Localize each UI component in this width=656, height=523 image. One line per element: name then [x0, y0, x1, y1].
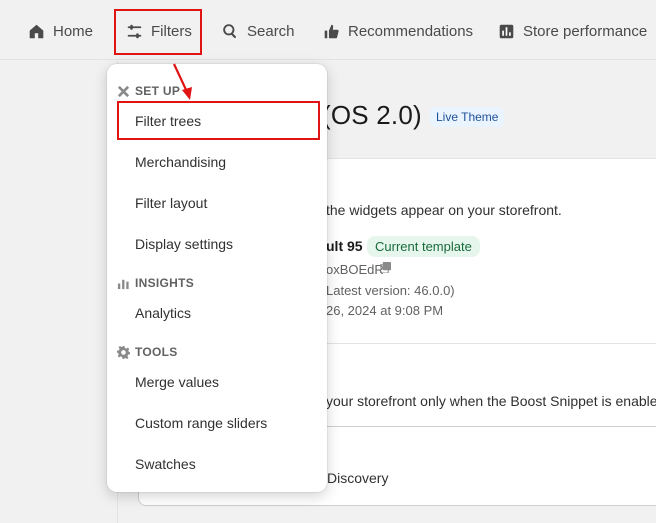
- bar-chart-icon: [117, 279, 129, 289]
- insights-section-header: INSIGHTS: [117, 275, 194, 291]
- discovery-label: Discovery: [327, 470, 389, 486]
- tools-section-header: TOOLS: [117, 344, 178, 360]
- home-icon: [29, 24, 44, 38]
- thumbs-up-icon: [324, 24, 339, 38]
- updated-date: 26, 2024 at 9:08 PM: [326, 303, 444, 318]
- filters-highlight-box: [114, 9, 202, 55]
- copy-icon[interactable]: [380, 262, 391, 273]
- annotation-arrow: [173, 63, 192, 100]
- top-navigation: Home Filters Search Recommendations Stor…: [0, 0, 656, 60]
- chart-icon: [499, 24, 514, 38]
- tools-header-label: TOOLS: [135, 345, 178, 359]
- nav-search[interactable]: Search: [222, 16, 295, 46]
- left-gutter: [0, 61, 118, 523]
- nav-home-label: Home: [53, 22, 94, 40]
- search-icon: [223, 23, 236, 38]
- live-theme-badge: Live Theme: [430, 107, 505, 127]
- template-name: ult 95: [326, 238, 363, 254]
- nav-store-performance-label: Store performance: [523, 22, 648, 40]
- nav-home[interactable]: Home: [28, 16, 93, 46]
- menu-item-analytics[interactable]: Analytics: [135, 304, 191, 322]
- tools-cross-icon: [117, 85, 130, 97]
- nav-recommendations[interactable]: Recommendations: [323, 16, 473, 46]
- current-template-badge: Current template: [367, 236, 480, 257]
- menu-item-merchandising[interactable]: Merchandising: [135, 153, 226, 171]
- insights-header-label: INSIGHTS: [135, 276, 195, 290]
- page-title: (OS 2.0): [322, 100, 422, 130]
- menu-item-merge-values[interactable]: Merge values: [135, 373, 219, 391]
- theme-id: oxBOEdR: [326, 262, 384, 277]
- nav-store-performance[interactable]: Store performance: [498, 16, 647, 46]
- nav-search-label: Search: [247, 22, 295, 40]
- menu-item-custom-range-sliders[interactable]: Custom range sliders: [135, 414, 267, 432]
- menu-item-swatches[interactable]: Swatches: [135, 455, 196, 473]
- latest-version: Latest version: 46.0.0): [326, 283, 455, 298]
- menu-item-filter-layout[interactable]: Filter layout: [135, 194, 207, 212]
- nav-recommendations-label: Recommendations: [348, 22, 474, 40]
- menu-item-display-settings[interactable]: Display settings: [135, 235, 233, 253]
- gear-icon: [117, 345, 130, 359]
- filter-trees-highlight-box: [117, 101, 320, 140]
- widgets-description: the widgets appear on your storefront.: [326, 202, 562, 218]
- snippet-description: your storefront only when the Boost Snip…: [326, 393, 656, 409]
